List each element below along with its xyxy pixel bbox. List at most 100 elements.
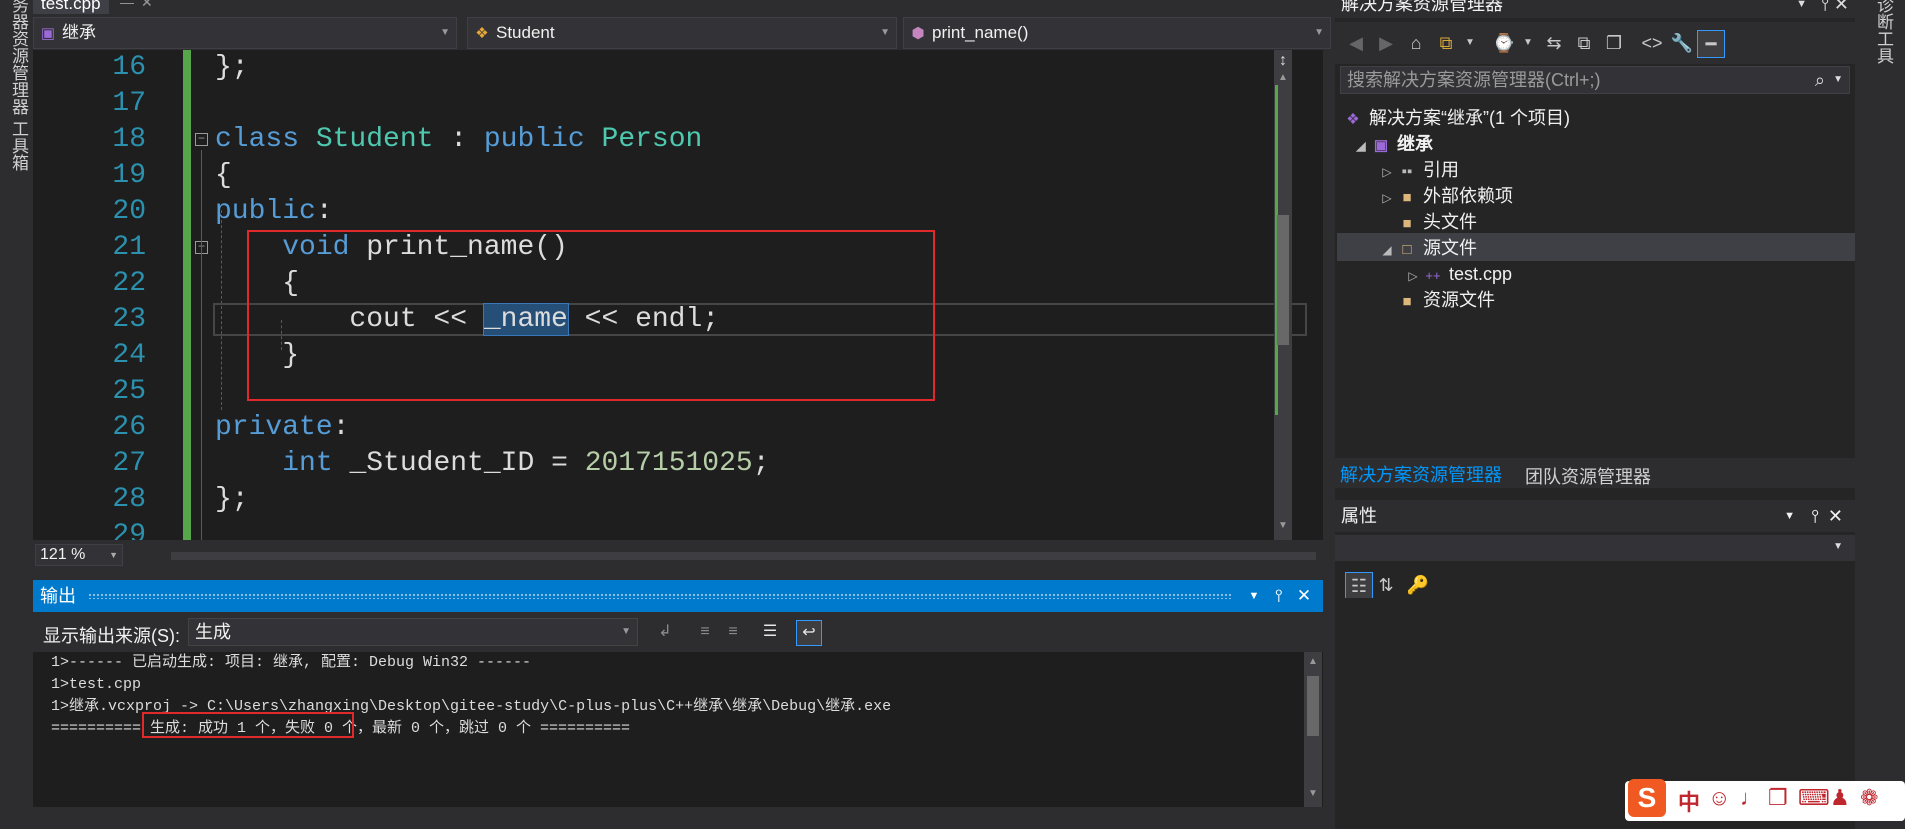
ime-mode-toggle[interactable]: 中 (1678, 785, 1700, 817)
references-icon: ▪▪ (1401, 163, 1413, 180)
editor-vertical-scrollbar[interactable]: ▲ ▼ (1274, 50, 1292, 540)
expanded-arrow-icon[interactable]: ◢ (1378, 237, 1396, 263)
line-number: 21 (112, 232, 146, 263)
emoji-icon[interactable]: ☺ (1708, 785, 1730, 811)
tree-item-test-cpp[interactable]: ▷ ++ test.cpp (1404, 261, 1512, 287)
chevron-down-icon[interactable]: ▼ (1833, 67, 1843, 93)
collapse-icon[interactable]: − (195, 133, 208, 146)
chevron-down-icon[interactable]: ▼ (1457, 30, 1483, 56)
close-icon[interactable]: ✕ (1834, 0, 1849, 14)
tab-team-explorer[interactable]: 团队资源管理器 (1525, 463, 1651, 489)
collapsed-arrow-icon[interactable]: ▷ (1378, 185, 1396, 211)
solution-icon: ❖ (1346, 111, 1360, 128)
clipboard-icon[interactable]: ❐ (1768, 785, 1788, 811)
line-number: 27 (112, 448, 146, 479)
tree-item-external-deps[interactable]: ▷ ■ 外部依赖项 (1378, 183, 1513, 209)
property-pages-icon[interactable]: 🔑 (1405, 572, 1431, 598)
scroll-down-icon[interactable]: ▼ (1304, 788, 1322, 799)
output-vertical-scrollbar[interactable]: ▲ ▼ (1304, 652, 1322, 807)
toolbox-tab[interactable]: 工具箱 (6, 120, 31, 171)
tree-item-project[interactable]: ◢ ▣ 继承 (1352, 131, 1433, 157)
pin-icon[interactable]: ⫯ (1821, 0, 1829, 14)
clear-all-icon[interactable]: ☰ (758, 620, 782, 644)
annotation-highlight-box (247, 230, 935, 401)
search-icon[interactable]: ⌕ (1815, 67, 1825, 93)
properties-object-dropdown[interactable]: ▼ (1335, 535, 1855, 561)
back-icon[interactable]: ◀ (1343, 30, 1369, 56)
preview-icon[interactable]: ━ (1697, 30, 1725, 58)
base-class-name: Person (601, 124, 703, 155)
split-editor-icon[interactable]: ↕ (1276, 50, 1290, 72)
properties-title: 属性 (1341, 506, 1377, 526)
collapsed-arrow-icon[interactable]: ▷ (1378, 159, 1396, 185)
user-icon[interactable]: ♟ (1830, 785, 1850, 811)
tab-test-cpp[interactable]: test.cpp (33, 0, 109, 14)
line-number: 29 (112, 520, 146, 540)
tab-pin-close-icons[interactable]: — ✕ (120, 0, 153, 11)
project-dropdown-value: 继承 (62, 23, 96, 42)
collapse-all-icon[interactable]: ⧉ (1571, 30, 1597, 56)
class-icon: ❖ (475, 25, 489, 42)
forward-icon[interactable]: ▶ (1373, 30, 1399, 56)
output-panel-title: 输出 (40, 586, 76, 606)
chevron-down-icon[interactable]: ▼ (1784, 500, 1795, 532)
goto-error-icon[interactable]: ↲ (653, 620, 677, 644)
scroll-up-icon[interactable]: ▲ (1274, 72, 1292, 83)
diagnostic-tools-tab[interactable]: 诊断工具 (1871, 0, 1896, 64)
scroll-up-icon[interactable]: ▲ (1304, 656, 1322, 667)
zoom-value: 121 % (40, 546, 86, 563)
alphabetical-icon[interactable]: ⇅ (1373, 572, 1399, 598)
code-editor[interactable]: 16 17 18 19 20 21 22 23 24 25 26 27 28 2… (33, 50, 1323, 540)
code-line-28: }; (215, 482, 249, 518)
chevron-down-icon: ▼ (109, 550, 118, 560)
server-explorer-tab[interactable]: 务器资源管理器 (6, 0, 31, 115)
close-icon[interactable]: ✕ (1828, 500, 1843, 532)
switch-views-icon[interactable]: ⧉ (1433, 30, 1459, 56)
zoom-dropdown[interactable]: 121 % ▼ (35, 544, 123, 566)
word-wrap-icon[interactable]: ↩ (796, 620, 822, 646)
close-icon[interactable]: ✕ (1293, 580, 1315, 612)
solution-search-input[interactable]: 搜索解决方案资源管理器(Ctrl+;) ⌕ ▼ (1340, 66, 1850, 94)
show-all-files-icon[interactable]: ❐ (1601, 30, 1627, 56)
member-dropdown[interactable]: ⬢ print_name() ▼ (903, 17, 1331, 49)
categorized-icon[interactable]: ☷ (1345, 572, 1373, 600)
output-source-select[interactable]: 生成 ▼ (188, 618, 638, 646)
home-icon[interactable]: ⌂ (1403, 30, 1429, 56)
project-icon: ▣ (40, 25, 56, 42)
tab-solution-explorer[interactable]: 解决方案资源管理器 (1340, 461, 1502, 487)
skin-icon[interactable]: ❁ (1860, 785, 1878, 811)
tree-item-solution[interactable]: ❖ 解决方案“继承”(1 个项目) (1342, 105, 1570, 131)
microphone-icon[interactable]: ♩ (1740, 785, 1762, 811)
tree-item-resource-files[interactable]: ■ 资源文件 (1378, 287, 1495, 313)
scrollbar-thumb[interactable] (1277, 215, 1289, 345)
tree-item-source-files[interactable]: ◢ □ 源文件 (1378, 235, 1477, 261)
view-code-icon[interactable]: <> (1639, 30, 1665, 56)
collapsed-arrow-icon[interactable]: ▷ (1404, 263, 1422, 289)
solution-explorer-titlebar: 解决方案资源管理器 ▼ ⫯ ✕ (1335, 0, 1855, 18)
folder-open-icon: □ (1402, 241, 1412, 258)
scrollbar-thumb[interactable] (1307, 676, 1319, 736)
pin-icon[interactable]: ⫯ (1811, 500, 1819, 532)
pending-changes-icon[interactable]: ⌚ (1491, 30, 1517, 56)
class-dropdown[interactable]: ❖ Student ▼ (467, 17, 897, 49)
chevron-down-icon[interactable]: ▼ (1796, 0, 1807, 14)
ime-logo[interactable]: S (1628, 779, 1666, 817)
line-number: 19 (112, 160, 146, 191)
pin-icon[interactable]: ⫯ (1268, 580, 1290, 612)
next-message-icon[interactable]: ≡ (721, 620, 745, 644)
chevron-down-icon[interactable]: ▼ (1243, 580, 1265, 612)
tree-item-references[interactable]: ▷ ▪▪ 引用 (1378, 157, 1459, 183)
properties-wrench-icon[interactable]: 🔧 (1669, 30, 1695, 56)
line-number: 23 (112, 304, 146, 335)
expanded-arrow-icon[interactable]: ◢ (1352, 133, 1370, 159)
keyboard-icon[interactable]: ⌨ (1798, 785, 1830, 811)
project-dropdown[interactable]: ▣ 继承 ▼ (33, 17, 457, 49)
chevron-down-icon[interactable]: ▼ (1515, 30, 1541, 56)
previous-message-icon[interactable]: ≡ (693, 620, 717, 644)
line-number-gutter: 16 17 18 19 20 21 22 23 24 25 26 27 28 2… (33, 50, 149, 540)
scroll-down-icon[interactable]: ▼ (1274, 520, 1292, 531)
sync-icon[interactable]: ⇆ (1541, 30, 1567, 56)
output-source-value: 生成 (195, 622, 231, 642)
editor-horizontal-scrollbar[interactable] (171, 552, 1316, 560)
tree-item-header-files[interactable]: ■ 头文件 (1378, 209, 1477, 235)
